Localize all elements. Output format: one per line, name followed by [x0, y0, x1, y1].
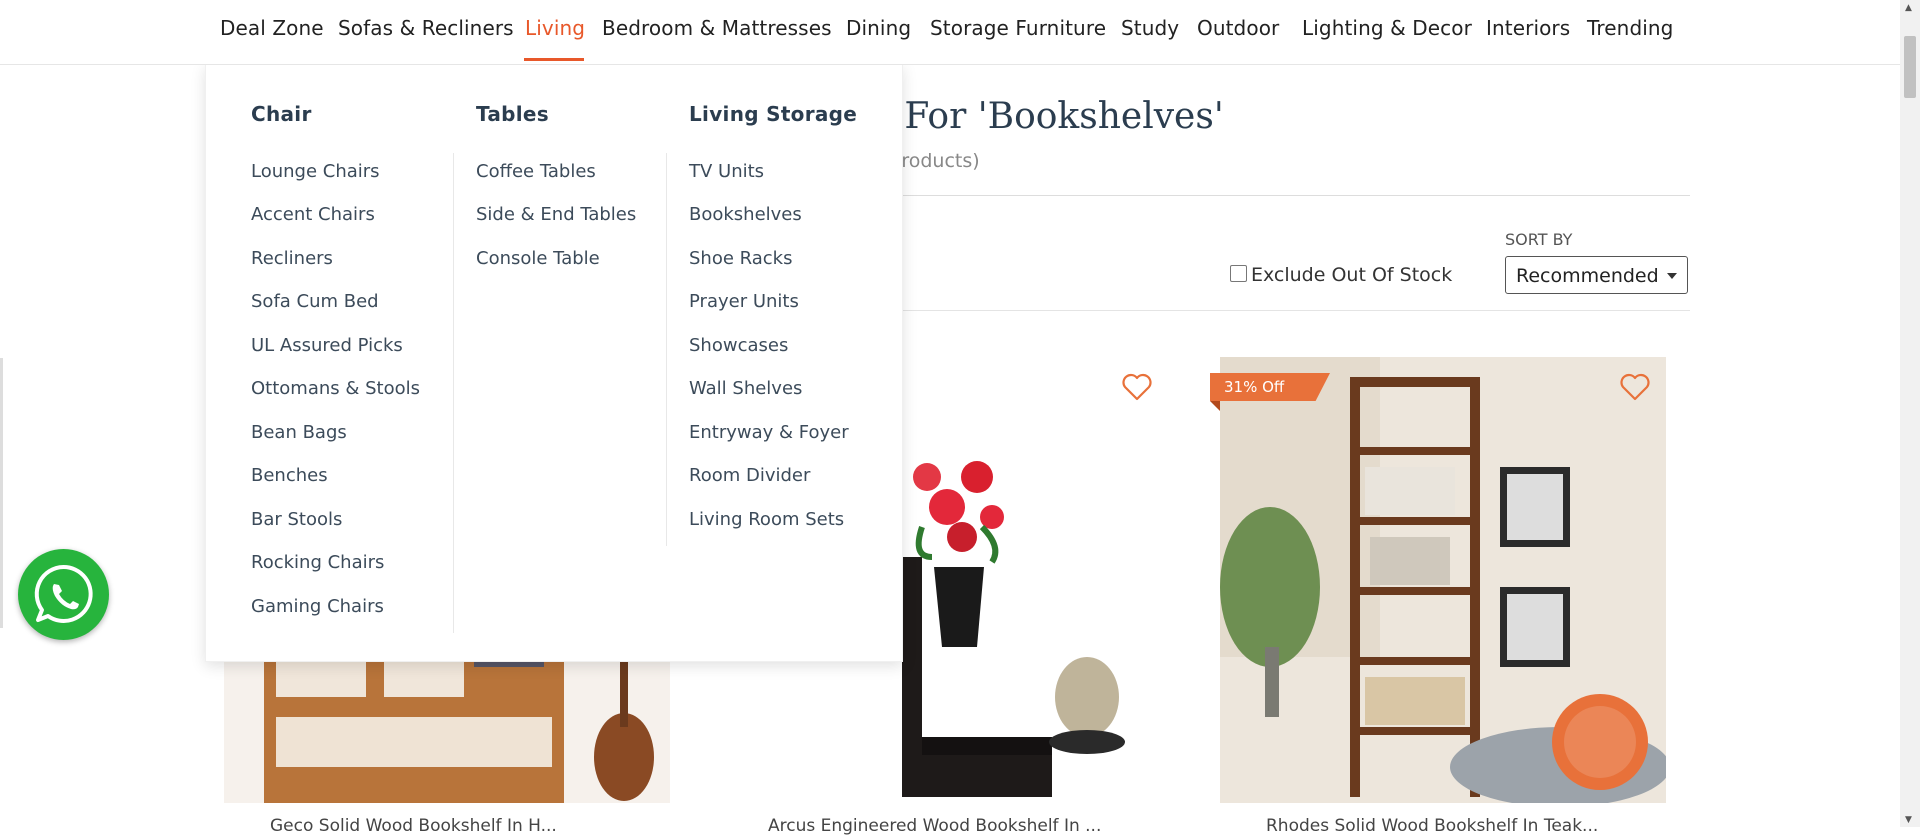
- menu-link[interactable]: Bookshelves: [689, 204, 802, 225]
- menu-link[interactable]: Prayer Units: [689, 291, 799, 312]
- page-scrollbar[interactable]: ▲ ▼: [1900, 0, 1920, 827]
- menu-link[interactable]: Coffee Tables: [476, 161, 596, 182]
- product-name[interactable]: Rhodes Solid Wood Bookshelf In Teak...: [1266, 816, 1598, 836]
- menu-link[interactable]: Wall Shelves: [689, 378, 802, 399]
- nav-living[interactable]: Living: [525, 16, 585, 40]
- nav-outdoor[interactable]: Outdoor: [1197, 16, 1279, 40]
- column-divider: [453, 153, 454, 633]
- active-tab-underline: [524, 58, 584, 61]
- side-edge: [0, 358, 3, 628]
- top-navigation: Deal Zone Sofas & Recliners Living Bedro…: [0, 0, 1900, 65]
- exclude-checkbox[interactable]: [1230, 265, 1247, 282]
- bookshelf-image: [1220, 357, 1666, 803]
- nav-storage-furniture[interactable]: Storage Furniture: [930, 16, 1106, 40]
- nav-lighting-decor[interactable]: Lighting & Decor: [1302, 16, 1472, 40]
- heart-outline-icon[interactable]: [1122, 373, 1152, 401]
- menu-link[interactable]: Recliners: [251, 248, 333, 269]
- product-name[interactable]: Geco Solid Wood Bookshelf In H...: [270, 816, 557, 836]
- whatsapp-icon: [34, 564, 93, 623]
- scroll-thumb[interactable]: [1904, 36, 1916, 98]
- scroll-up-arrow-icon[interactable]: ▲: [1905, 3, 1912, 13]
- menu-link[interactable]: Rocking Chairs: [251, 552, 384, 573]
- sort-by-label: SORT BY: [1505, 230, 1573, 249]
- badge-fold: [1210, 401, 1220, 411]
- scroll-down-arrow-icon[interactable]: ▼: [1905, 815, 1912, 825]
- nav-study[interactable]: Study: [1121, 16, 1179, 40]
- menu-link[interactable]: Living Room Sets: [689, 509, 844, 530]
- sort-select[interactable]: Recommended: [1505, 256, 1688, 294]
- discount-badge: 31% Off: [1210, 373, 1330, 401]
- menu-heading-chair[interactable]: Chair: [251, 102, 312, 126]
- menu-link[interactable]: Console Table: [476, 248, 600, 269]
- menu-link[interactable]: UL Assured Picks: [251, 335, 403, 356]
- menu-link[interactable]: Shoe Racks: [689, 248, 792, 269]
- menu-link[interactable]: Bar Stools: [251, 509, 342, 530]
- nav-bedroom-mattresses[interactable]: Bedroom & Mattresses: [602, 16, 832, 40]
- product-name[interactable]: Arcus Engineered Wood Bookshelf In ...: [768, 816, 1101, 836]
- column-divider: [666, 153, 667, 546]
- menu-link[interactable]: TV Units: [689, 161, 764, 182]
- menu-link[interactable]: Showcases: [689, 335, 788, 356]
- menu-link[interactable]: Side & End Tables: [476, 204, 636, 225]
- nav-interiors[interactable]: Interiors: [1486, 16, 1570, 40]
- heart-outline-icon[interactable]: [1620, 373, 1650, 401]
- menu-link[interactable]: Accent Chairs: [251, 204, 375, 225]
- living-mega-menu: Chair Tables Living Storage Lounge Chair…: [205, 64, 903, 662]
- exclude-label: Exclude Out Of Stock: [1251, 264, 1453, 286]
- chevron-down-icon: [1667, 273, 1677, 279]
- nav-trending[interactable]: Trending: [1587, 16, 1673, 40]
- nav-sofas-recliners[interactable]: Sofas & Recliners: [338, 16, 514, 40]
- menu-heading-tables[interactable]: Tables: [476, 102, 549, 126]
- product-card-image[interactable]: [1220, 357, 1666, 803]
- menu-link[interactable]: Ottomans & Stools: [251, 378, 420, 399]
- nav-dining[interactable]: Dining: [846, 16, 911, 40]
- menu-link[interactable]: Benches: [251, 465, 328, 486]
- menu-link[interactable]: Entryway & Foyer: [689, 422, 849, 443]
- menu-link[interactable]: Lounge Chairs: [251, 161, 380, 182]
- menu-link[interactable]: Room Divider: [689, 465, 810, 486]
- exclude-out-of-stock[interactable]: Exclude Out Of Stock: [1230, 264, 1452, 286]
- menu-link[interactable]: Bean Bags: [251, 422, 347, 443]
- menu-link[interactable]: Sofa Cum Bed: [251, 291, 379, 312]
- nav-deal-zone[interactable]: Deal Zone: [220, 16, 324, 40]
- results-title: ts For 'Bookshelves': [860, 96, 1224, 137]
- sort-value: Recommended: [1516, 265, 1659, 287]
- whatsapp-button[interactable]: [18, 549, 109, 640]
- menu-heading-living-storage[interactable]: Living Storage: [689, 102, 857, 126]
- menu-link[interactable]: Gaming Chairs: [251, 596, 384, 617]
